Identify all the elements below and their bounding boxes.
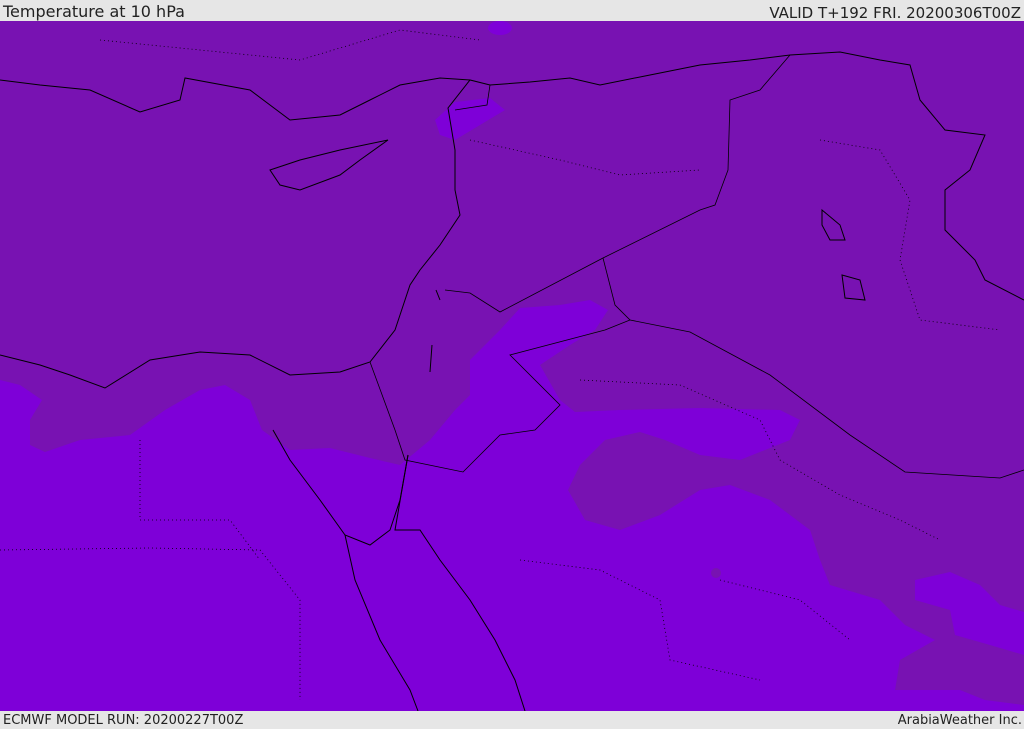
credit: ArabiaWeather Inc. xyxy=(897,713,1022,728)
cold-spot xyxy=(488,21,512,35)
footer-bar: ECMWF MODEL RUN: 20200227T00Z ArabiaWeat… xyxy=(0,711,1024,729)
model-run: ECMWF MODEL RUN: 20200227T00Z xyxy=(3,713,244,728)
cold-spot-small xyxy=(711,568,721,578)
valid-time: VALID T+192 FRI. 20200306T00Z xyxy=(769,4,1021,22)
map-title: Temperature at 10 hPa xyxy=(3,2,185,21)
temperature-map[interactable] xyxy=(0,21,1024,711)
header-bar: Temperature at 10 hPa VALID T+192 FRI. 2… xyxy=(0,0,1024,21)
